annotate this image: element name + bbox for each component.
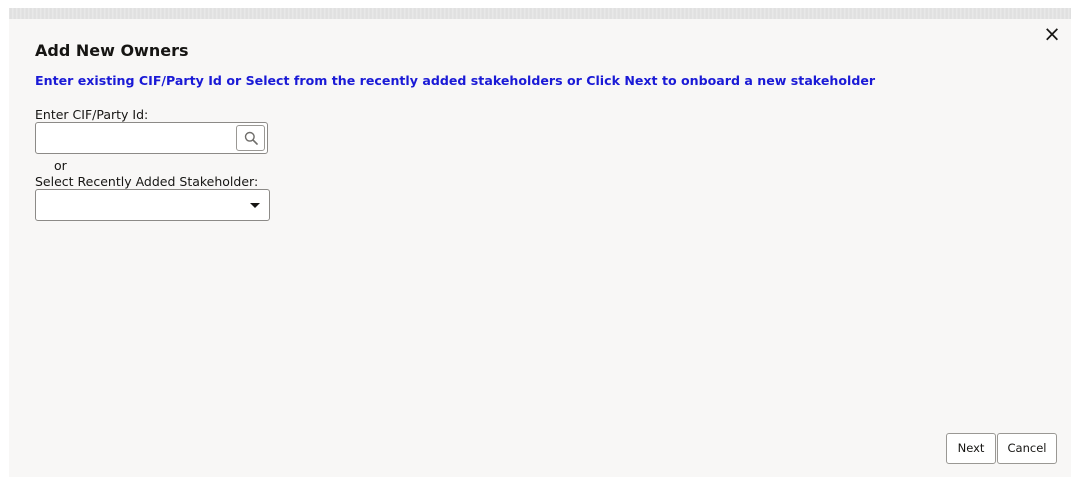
next-button[interactable]: Next [946,433,996,464]
cif-party-id-label: Enter CIF/Party Id: [35,107,149,122]
recent-stakeholder-label: Select Recently Added Stakeholder: [35,174,259,189]
recent-stakeholder-select[interactable] [35,189,270,221]
dialog-instructions: Enter existing CIF/Party Id or Select fr… [35,73,876,88]
add-owners-dialog: × Add New Owners Enter existing CIF/Part… [9,19,1071,477]
or-separator: or [54,158,67,173]
caret-down-icon [250,203,260,208]
search-button[interactable] [236,125,265,151]
cancel-button[interactable]: Cancel [997,433,1057,464]
close-icon[interactable]: × [1041,23,1063,45]
top-strip [9,8,1071,19]
search-icon [244,131,258,145]
cif-party-id-field [35,122,268,154]
cif-party-id-input[interactable] [42,124,242,154]
dialog-title: Add New Owners [35,41,189,60]
